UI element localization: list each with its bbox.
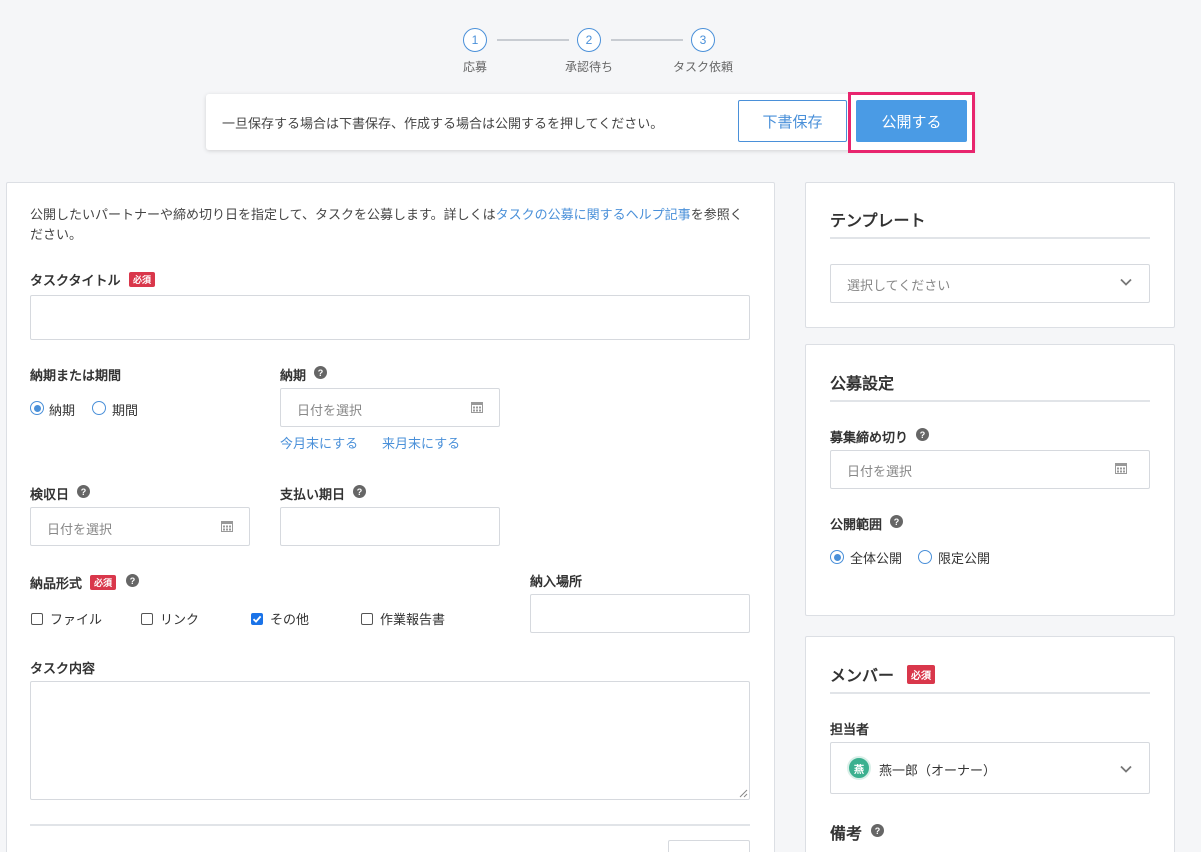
form-divider — [30, 824, 750, 826]
task-title-input[interactable] — [30, 295, 750, 340]
help-icon[interactable]: ? — [77, 485, 90, 498]
calendar-icon — [471, 402, 483, 413]
step-1-label: 応募 — [462, 60, 487, 74]
avatar: 燕 — [847, 756, 871, 780]
help-article-link[interactable]: タスクの公募に関するヘルプ記事 — [496, 207, 691, 222]
template-card — [805, 182, 1175, 328]
checkbox-work-report[interactable] — [361, 613, 373, 625]
payment-due-input[interactable] — [280, 507, 500, 546]
recruit-settings-title: 公募設定 — [830, 376, 895, 393]
radio-scope-all[interactable] — [830, 550, 844, 564]
deadline-type-label: 納期または期間 — [30, 368, 122, 383]
recruit-deadline-label: 募集締め切り — [830, 430, 909, 445]
check-icon — [252, 615, 262, 623]
intro-text-pre: 公開したいパートナーや締め切り日を指定して、タスクを公募します。詳しくは — [30, 207, 496, 222]
delivery-place-label: 納入場所 — [530, 574, 583, 589]
calendar-icon — [1115, 463, 1127, 474]
template-title: テンプレート — [830, 213, 926, 230]
end-next-month-link[interactable]: 来月末にする — [382, 433, 460, 452]
section-divider — [830, 237, 1150, 239]
intro-text: 公開したいパートナーや締め切り日を指定して、タスクを公募します。詳しくはタスクの… — [30, 205, 755, 245]
resize-handle-icon[interactable] — [739, 789, 748, 798]
checkbox-other[interactable] — [251, 613, 263, 625]
task-content-textarea[interactable] — [30, 681, 750, 800]
checkbox-work-report-label: 作業報告書 — [380, 612, 446, 627]
end-this-month-link[interactable]: 今月末にする — [280, 433, 358, 452]
members-title: メンバー — [830, 668, 895, 685]
help-icon[interactable]: ? — [916, 428, 929, 441]
required-badge: 必須 — [129, 272, 156, 287]
payment-due-label: 支払い期日 — [280, 487, 346, 502]
delivery-place-input[interactable] — [530, 594, 750, 633]
help-icon[interactable]: ? — [314, 366, 327, 379]
inspection-date-label: 検収日 — [30, 487, 70, 502]
step-3-circle: 3 — [691, 28, 715, 52]
required-badge: 必須 — [907, 665, 935, 684]
assignee-name: 燕一郎（オーナー） — [879, 763, 997, 778]
step-2-label: 承認待ち — [564, 60, 613, 74]
required-badge: 必須 — [90, 575, 117, 590]
radio-scope-all-label: 全体公開 — [850, 551, 903, 566]
checkbox-link-label: リンク — [160, 612, 200, 627]
notes-title: 備考 — [830, 826, 863, 843]
checkbox-file[interactable] — [31, 613, 43, 625]
section-divider — [830, 692, 1150, 694]
delivery-format-label: 納品形式 — [30, 576, 83, 591]
help-icon[interactable]: ? — [890, 515, 903, 528]
help-icon[interactable]: ? — [126, 574, 139, 587]
chevron-down-icon — [1120, 278, 1132, 286]
template-select-placeholder: 選択してください — [847, 278, 951, 293]
section-divider — [830, 400, 1150, 402]
radio-period-label: 期間 — [112, 403, 139, 418]
radio-scope-limited-label: 限定公開 — [938, 551, 991, 566]
checkbox-link[interactable] — [141, 613, 153, 625]
radio-period[interactable] — [92, 401, 106, 415]
step-3-label: タスク依頼 — [672, 60, 733, 74]
radio-deadline[interactable] — [30, 401, 44, 415]
inspection-date-placeholder: 日付を選択 — [47, 522, 113, 537]
help-icon[interactable]: ? — [353, 485, 366, 498]
checkbox-other-label: その他 — [270, 612, 310, 627]
partial-button[interactable] — [668, 840, 750, 852]
assignee-label: 担当者 — [830, 722, 870, 737]
checkbox-file-label: ファイル — [50, 612, 103, 627]
step-connector — [611, 39, 683, 41]
deadline-label: 納期 — [280, 368, 307, 383]
radio-deadline-label: 納期 — [49, 403, 76, 418]
step-connector — [497, 39, 569, 41]
recruit-deadline-placeholder: 日付を選択 — [847, 464, 913, 479]
deadline-date-placeholder: 日付を選択 — [297, 403, 363, 418]
calendar-icon — [221, 521, 233, 532]
task-title-label: タスクタイトル — [30, 273, 121, 288]
step-2-circle: 2 — [577, 28, 601, 52]
publish-button[interactable]: 公開する — [856, 100, 967, 142]
step-1-circle: 1 — [463, 28, 487, 52]
task-content-label: タスク内容 — [30, 661, 96, 676]
help-icon[interactable]: ? — [871, 824, 884, 837]
publish-scope-label: 公開範囲 — [830, 517, 883, 532]
action-bar-message: 一旦保存する場合は下書保存、作成する場合は公開するを押してください。 — [222, 116, 664, 131]
radio-scope-limited[interactable] — [918, 550, 932, 564]
draft-save-button[interactable]: 下書保存 — [738, 100, 847, 142]
chevron-down-icon — [1120, 765, 1132, 773]
